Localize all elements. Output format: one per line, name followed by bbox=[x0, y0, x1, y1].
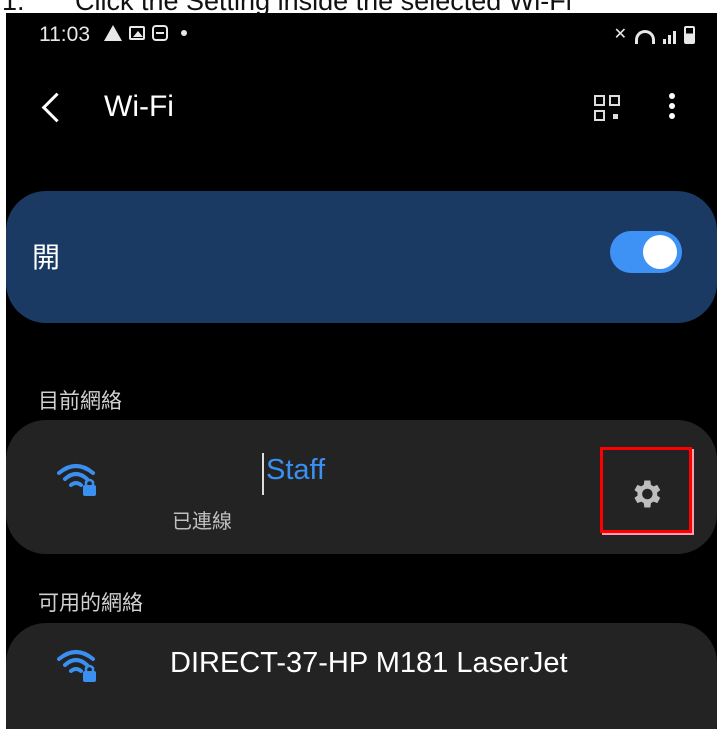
wifi-lock-icon bbox=[56, 645, 102, 685]
current-network-status: 已連線 bbox=[172, 511, 232, 533]
status-system-icons: ✕ bbox=[614, 24, 695, 44]
more-icon[interactable] bbox=[668, 93, 676, 123]
wifi-toggle[interactable] bbox=[610, 231, 682, 273]
signal-icon bbox=[663, 31, 676, 44]
master-switch-label: 開 bbox=[32, 242, 61, 273]
app-bar: Wi-Fi bbox=[6, 77, 717, 147]
dot-icon bbox=[181, 30, 187, 36]
current-network-name: Staff bbox=[266, 454, 326, 486]
status-time: 11:03 bbox=[39, 23, 90, 46]
settings-highlight-box bbox=[600, 447, 692, 533]
mute-icon: ✕ bbox=[613, 26, 627, 43]
wifi-master-switch[interactable]: 開 bbox=[6, 191, 717, 323]
page-title: Wi-Fi bbox=[104, 90, 174, 123]
wifi-icon bbox=[635, 30, 655, 44]
message-icon bbox=[152, 25, 168, 41]
back-icon[interactable] bbox=[41, 92, 72, 123]
text-cursor bbox=[262, 453, 264, 495]
status-notification-icons bbox=[104, 25, 187, 41]
image-icon bbox=[129, 26, 145, 40]
wifi-lock-icon bbox=[56, 459, 102, 499]
status-bar: 11:03 ✕ bbox=[6, 13, 717, 53]
phone-screen: 11:03 ✕ Wi-Fi 開 目前網絡 Staff 已連線 可用的網絡 DIR… bbox=[6, 13, 717, 729]
battery-icon bbox=[684, 26, 695, 44]
warning-icon bbox=[104, 25, 122, 41]
available-network-name: DIRECT-37-HP M181 LaserJet bbox=[170, 647, 568, 679]
qr-code-icon[interactable] bbox=[594, 95, 620, 121]
section-title-current: 目前網絡 bbox=[38, 390, 122, 413]
section-title-available: 可用的網絡 bbox=[38, 592, 143, 615]
